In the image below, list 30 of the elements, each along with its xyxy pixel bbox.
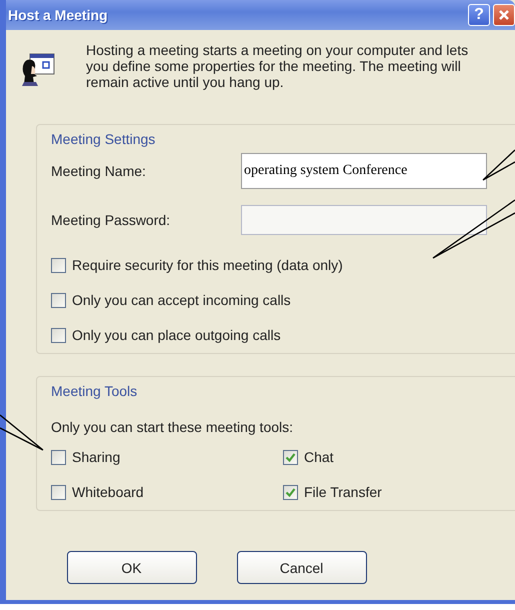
checkbox[interactable] (51, 258, 66, 272)
checkbox[interactable] (51, 450, 66, 464)
checkbox-label[interactable]: Require security for this meeting (data only) (72, 257, 343, 273)
checkbox-label[interactable]: Sharing (72, 449, 120, 465)
checkbox[interactable] (51, 484, 66, 500)
group-title: Meeting Tools (51, 383, 138, 399)
group-title: Meeting Settings (51, 131, 156, 147)
checkbox[interactable] (283, 450, 298, 464)
checkbox[interactable] (51, 328, 66, 342)
name-field[interactable]: operating system Conference (241, 153, 487, 189)
checkbox[interactable] (283, 484, 298, 500)
field-label: Meeting Password: (51, 212, 172, 228)
checkbox-label[interactable]: Chat (304, 449, 334, 465)
tools-caption: Only you can start these meeting tools: (51, 419, 294, 435)
window-title: Host a Meeting (8, 7, 109, 23)
checkbox[interactable] (51, 292, 66, 308)
leader-line (0, 414, 44, 451)
password-field[interactable] (241, 205, 487, 235)
leader-line (482, 149, 515, 181)
intro-text: Hosting a meeting starts a meeting on your computer and lets you define some properties for the meeting. The meeting will remain active until you hang up. (86, 42, 470, 90)
checkbox-label[interactable]: Only you can accept incoming calls (72, 292, 291, 308)
dialog-button[interactable]: OK (66, 551, 196, 584)
field-label: Meeting Name: (51, 163, 147, 179)
close-button[interactable] (493, 4, 515, 26)
checkbox-label[interactable]: Whiteboard (72, 484, 144, 500)
checkbox-label[interactable]: Only you can place outgoing calls (72, 327, 281, 343)
close-icon (498, 9, 510, 21)
checkbox-label[interactable]: File Transfer (304, 484, 382, 500)
meeting-host-icon (22, 52, 56, 86)
dialog-button[interactable]: Cancel (236, 551, 366, 584)
